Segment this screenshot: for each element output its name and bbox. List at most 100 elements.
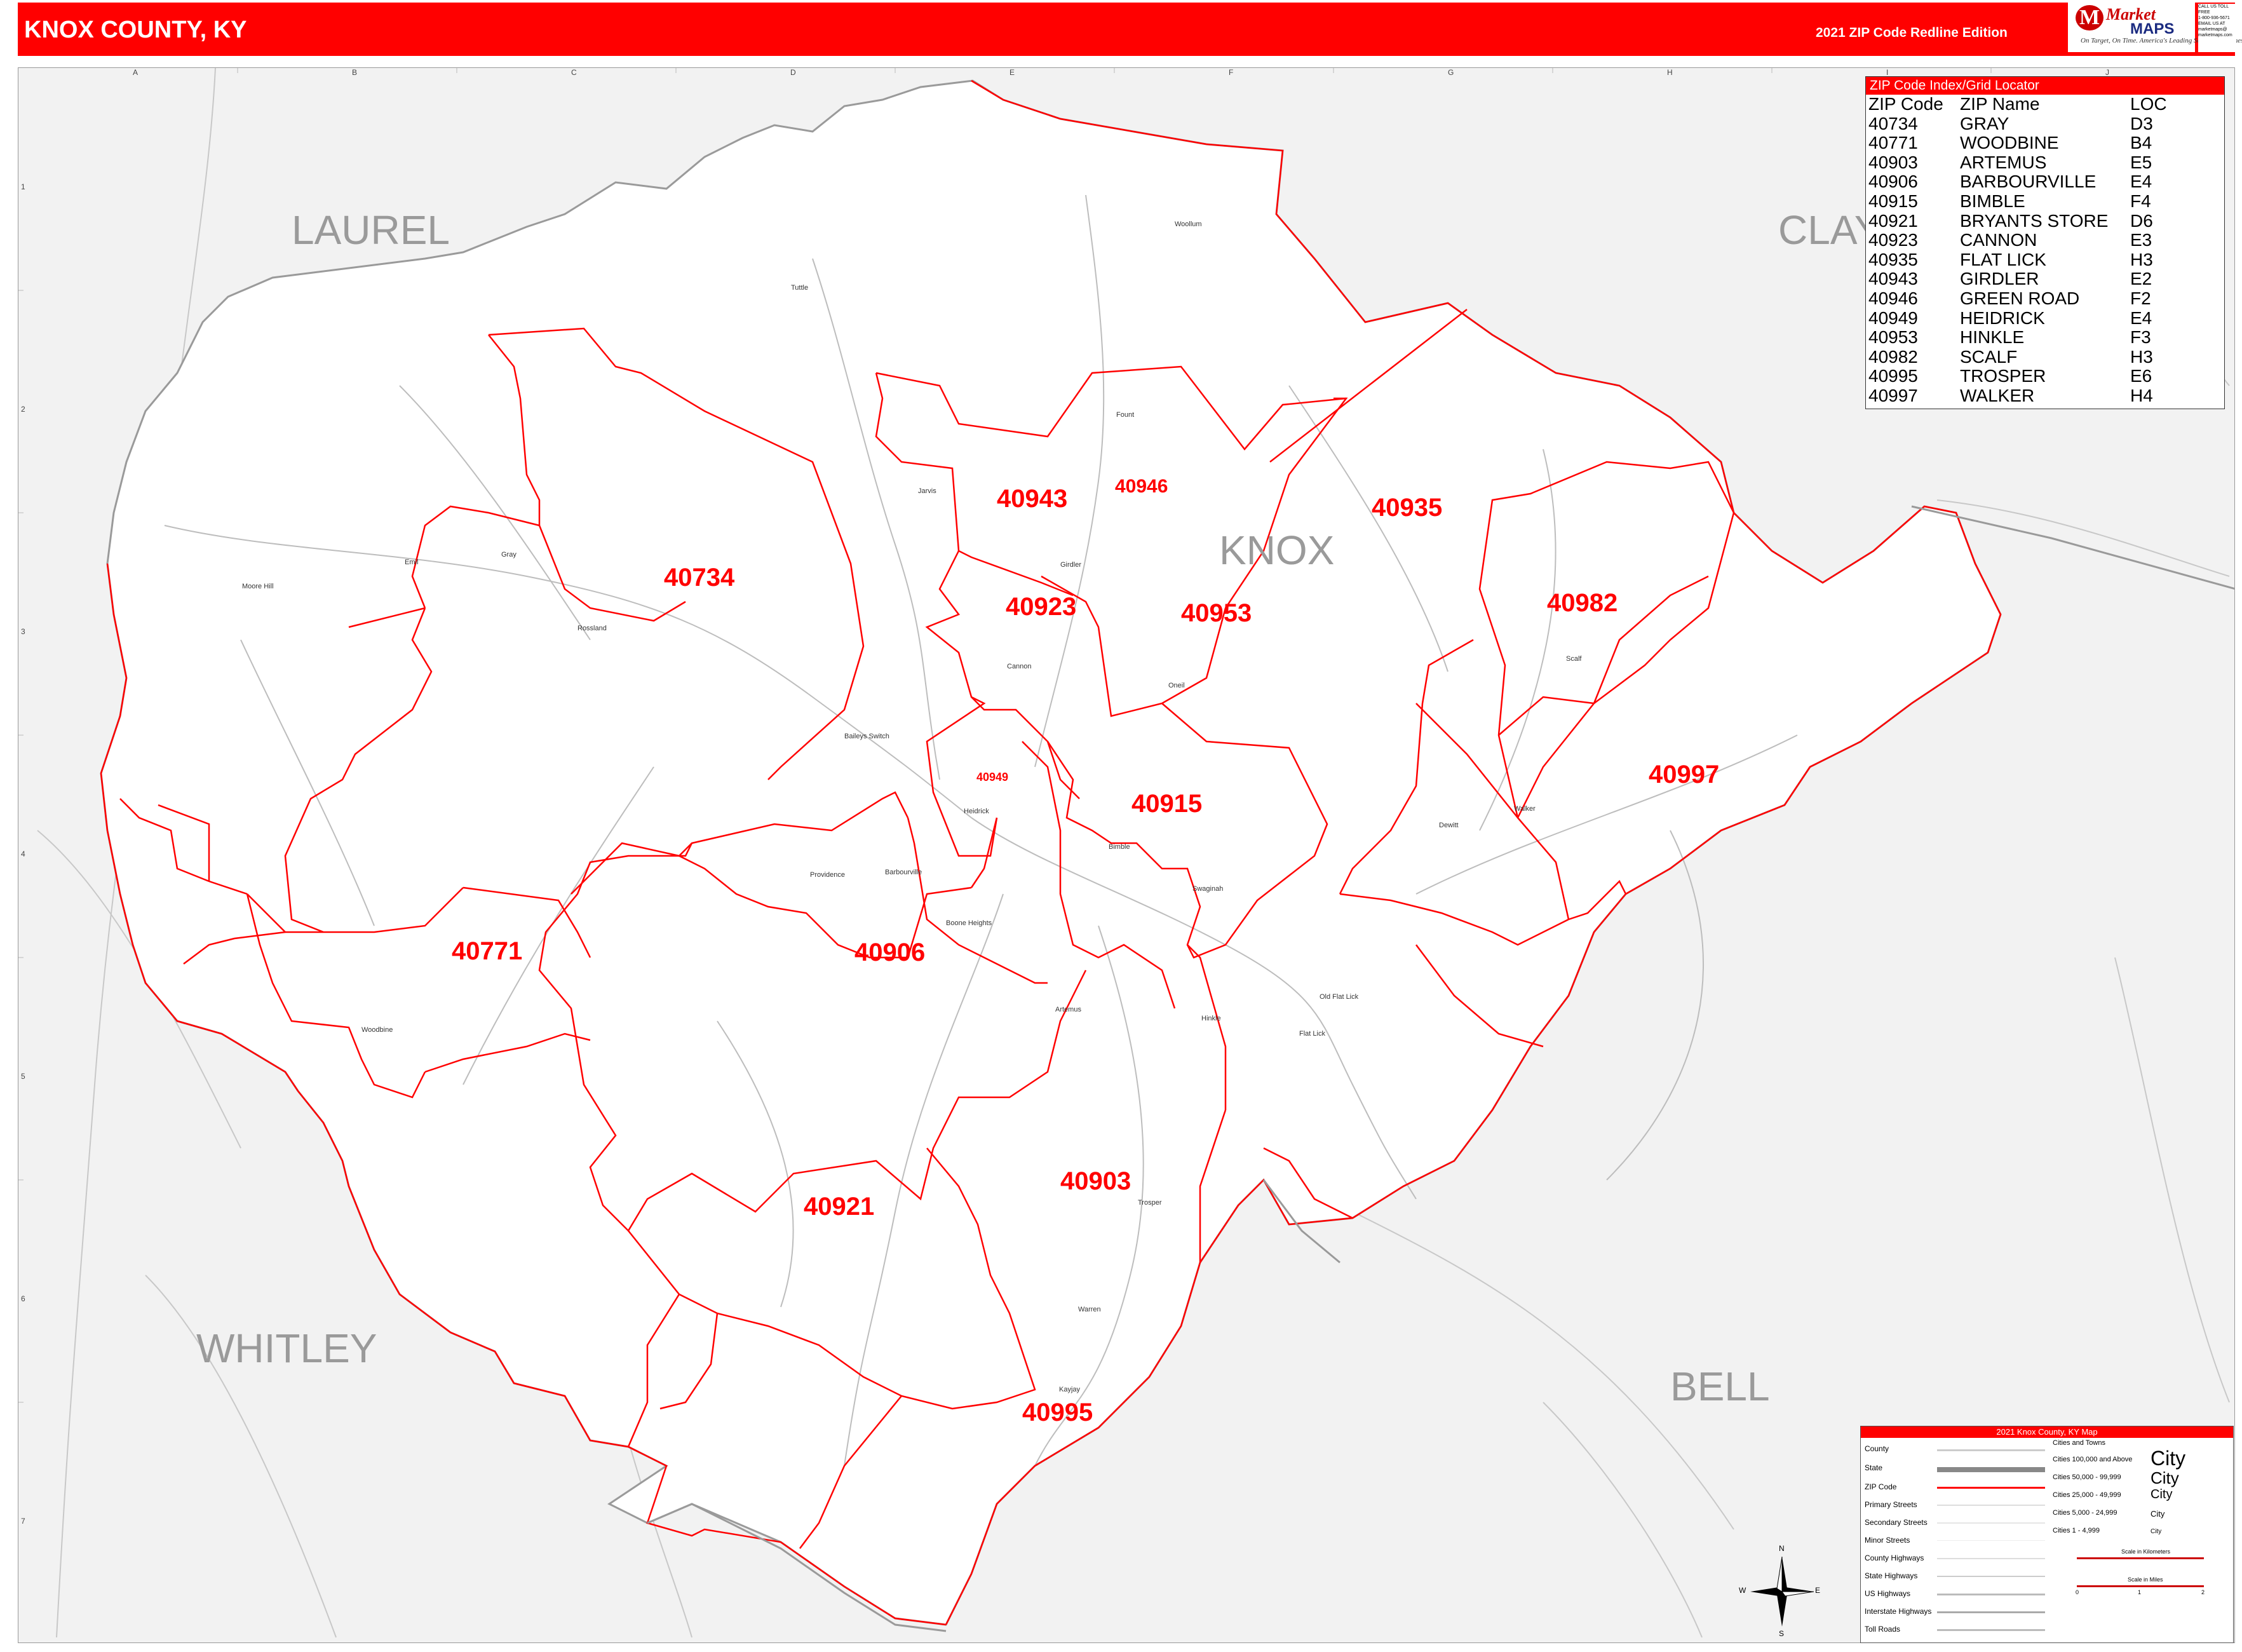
legend-item: Primary Streets	[1865, 1500, 1917, 1509]
zip-label[interactable]: 40923	[1006, 593, 1076, 621]
zip-loc-cell: D6	[2130, 210, 2153, 231]
zip-name-cell: BARBOURVILLE	[1960, 172, 2097, 192]
grid-col-label: G	[1448, 68, 1454, 77]
city-label: Oneil	[1168, 682, 1185, 689]
zip-loc-cell: F2	[2130, 288, 2151, 308]
zip-label[interactable]: 40771	[452, 937, 522, 966]
table-row: 40995 TROSPER E6	[1866, 367, 2224, 386]
zip-loc-cell: E3	[2130, 230, 2152, 250]
city-label: Tuttle	[791, 284, 809, 292]
contact-line: marketmaps.com	[2198, 33, 2232, 37]
zip-code-cell: 40953	[1868, 327, 1918, 348]
city-label: Boone Heights	[946, 919, 992, 927]
legend-item: State Highways	[1865, 1571, 1918, 1580]
city-label: Flat Lick	[1299, 1030, 1325, 1038]
contact-line: marketmaps@	[2198, 27, 2227, 32]
zip-label[interactable]: 40946	[1115, 476, 1168, 498]
zip-label[interactable]: 40982	[1547, 589, 1617, 618]
zip-code-cell: 40997	[1868, 385, 1918, 405]
zip-label[interactable]: 40921	[804, 1193, 874, 1221]
city-label: Gray	[501, 551, 517, 559]
zip-label[interactable]: 40903	[1060, 1167, 1131, 1196]
county-label-laurel: LAUREL	[292, 207, 450, 253]
zip-loc-cell: E6	[2130, 366, 2152, 386]
city-label: Warren	[1078, 1306, 1101, 1313]
legend-item: Interstate Highways	[1865, 1607, 1932, 1616]
city-label: Hinkle	[1201, 1015, 1221, 1022]
zip-label[interactable]: 40953	[1181, 599, 1252, 628]
zip-name-cell: BIMBLE	[1960, 191, 2025, 211]
city-label: Providence	[810, 871, 846, 879]
table-row: 40734 GRAY D3	[1866, 114, 2224, 134]
legend-item: ZIP Code	[1865, 1482, 1897, 1491]
grid-row-label: 5	[21, 1072, 25, 1081]
grid-row-label: 6	[21, 1294, 25, 1303]
city-label: Dewitt	[1439, 822, 1459, 829]
scale-tick: 1	[2138, 1589, 2142, 1595]
grid-col-label: C	[571, 68, 577, 77]
city-label: Swaginah	[1192, 885, 1224, 893]
zip-label[interactable]: 40949	[976, 771, 1008, 784]
city-label: Bimble	[1109, 843, 1130, 851]
table-row: 40903 ARTEMUS E5	[1866, 152, 2224, 173]
zip-label[interactable]: 40997	[1649, 761, 1719, 789]
zip-code-cell: 40915	[1868, 191, 1918, 211]
zip-name-cell: GREEN ROAD	[1960, 288, 2080, 308]
county-label-knox: KNOX	[1219, 527, 1335, 573]
table-row: 40949 HEIDRICK E4	[1866, 308, 2224, 328]
zip-label[interactable]: 40734	[664, 564, 734, 592]
city-label: Scalf	[1566, 655, 1582, 663]
county-label-bell: BELL	[1670, 1364, 1770, 1409]
zip-code-cell: 40906	[1868, 172, 1918, 192]
map-title: KNOX COUNTY, KY	[24, 17, 247, 43]
legend-city-sample: City	[2151, 1509, 2165, 1519]
zip-loc-cell: B4	[2130, 133, 2152, 153]
zip-label[interactable]: 40995	[1022, 1398, 1093, 1427]
zip-code-cell: 40949	[1868, 308, 1918, 328]
zip-loc-cell: F3	[2130, 327, 2151, 348]
contact-line: EMAIL US AT	[2198, 22, 2225, 26]
legend-city-class: Cities 5,000 - 24,999	[2053, 1509, 2117, 1517]
zip-name-cell: TROSPER	[1960, 366, 2046, 386]
edition-label: 2021 ZIP Code Redline Edition	[1816, 25, 2008, 40]
zip-label[interactable]: 40943	[997, 485, 1067, 513]
city-label: Baileys Switch	[844, 733, 889, 740]
zip-name-cell: WALKER	[1960, 385, 2035, 405]
legend-item: Minor Streets	[1865, 1536, 1910, 1545]
compass-w: W	[1739, 1586, 1746, 1595]
zip-code-cell: 40982	[1868, 346, 1918, 367]
zip-label[interactable]: 40906	[854, 938, 925, 967]
legend-city-sample: City	[2151, 1468, 2179, 1487]
zip-loc-cell: F4	[2130, 191, 2151, 211]
zip-label[interactable]: 40935	[1372, 494, 1442, 522]
scale-mi-label: Scale in Miles	[2128, 1576, 2163, 1583]
legend-item: Toll Roads	[1865, 1625, 1901, 1634]
legend-swatch	[1937, 1629, 2045, 1631]
city-label: Rossland	[577, 625, 607, 632]
zip-code-cell: 40946	[1868, 288, 1918, 308]
compass-n: N	[1779, 1544, 1785, 1553]
zip-index-header: LOC	[2130, 94, 2167, 114]
legend-swatch	[1937, 1467, 2045, 1472]
compass-e: E	[1815, 1586, 1821, 1595]
legend-city-class: Cities 25,000 - 49,999	[2053, 1491, 2121, 1499]
legend-swatch	[1937, 1611, 2045, 1613]
city-label: Girdler	[1060, 561, 1082, 569]
legend-item: County	[1865, 1444, 1889, 1453]
legend-item: Secondary Streets	[1865, 1518, 1928, 1527]
city-label: Old Flat Lick	[1320, 993, 1359, 1001]
zip-index-title: ZIP Code Index/Grid Locator	[1866, 77, 2224, 95]
zip-index-header: ZIP Name	[1960, 94, 2040, 114]
contact-box: CALL US TOLL FREE 1-800-936-5671 EMAIL U…	[2198, 4, 2236, 52]
zip-label[interactable]: 40915	[1131, 790, 1202, 818]
zip-loc-cell: E4	[2130, 172, 2152, 192]
city-label: Artemus	[1055, 1006, 1081, 1013]
grid-row-label: 1	[21, 182, 25, 191]
map-header: KNOX COUNTY, KY 2021 ZIP Code Redline Ed…	[18, 3, 2235, 56]
zip-code-cell: 40921	[1868, 210, 1918, 231]
scale-mi-bar	[2077, 1585, 2204, 1587]
legend-city-class: Cities 50,000 - 99,999	[2053, 1473, 2121, 1481]
compass-icon	[1750, 1556, 1814, 1627]
zip-code-cell: 40923	[1868, 230, 1918, 250]
table-row: 40923 CANNON E3	[1866, 231, 2224, 250]
